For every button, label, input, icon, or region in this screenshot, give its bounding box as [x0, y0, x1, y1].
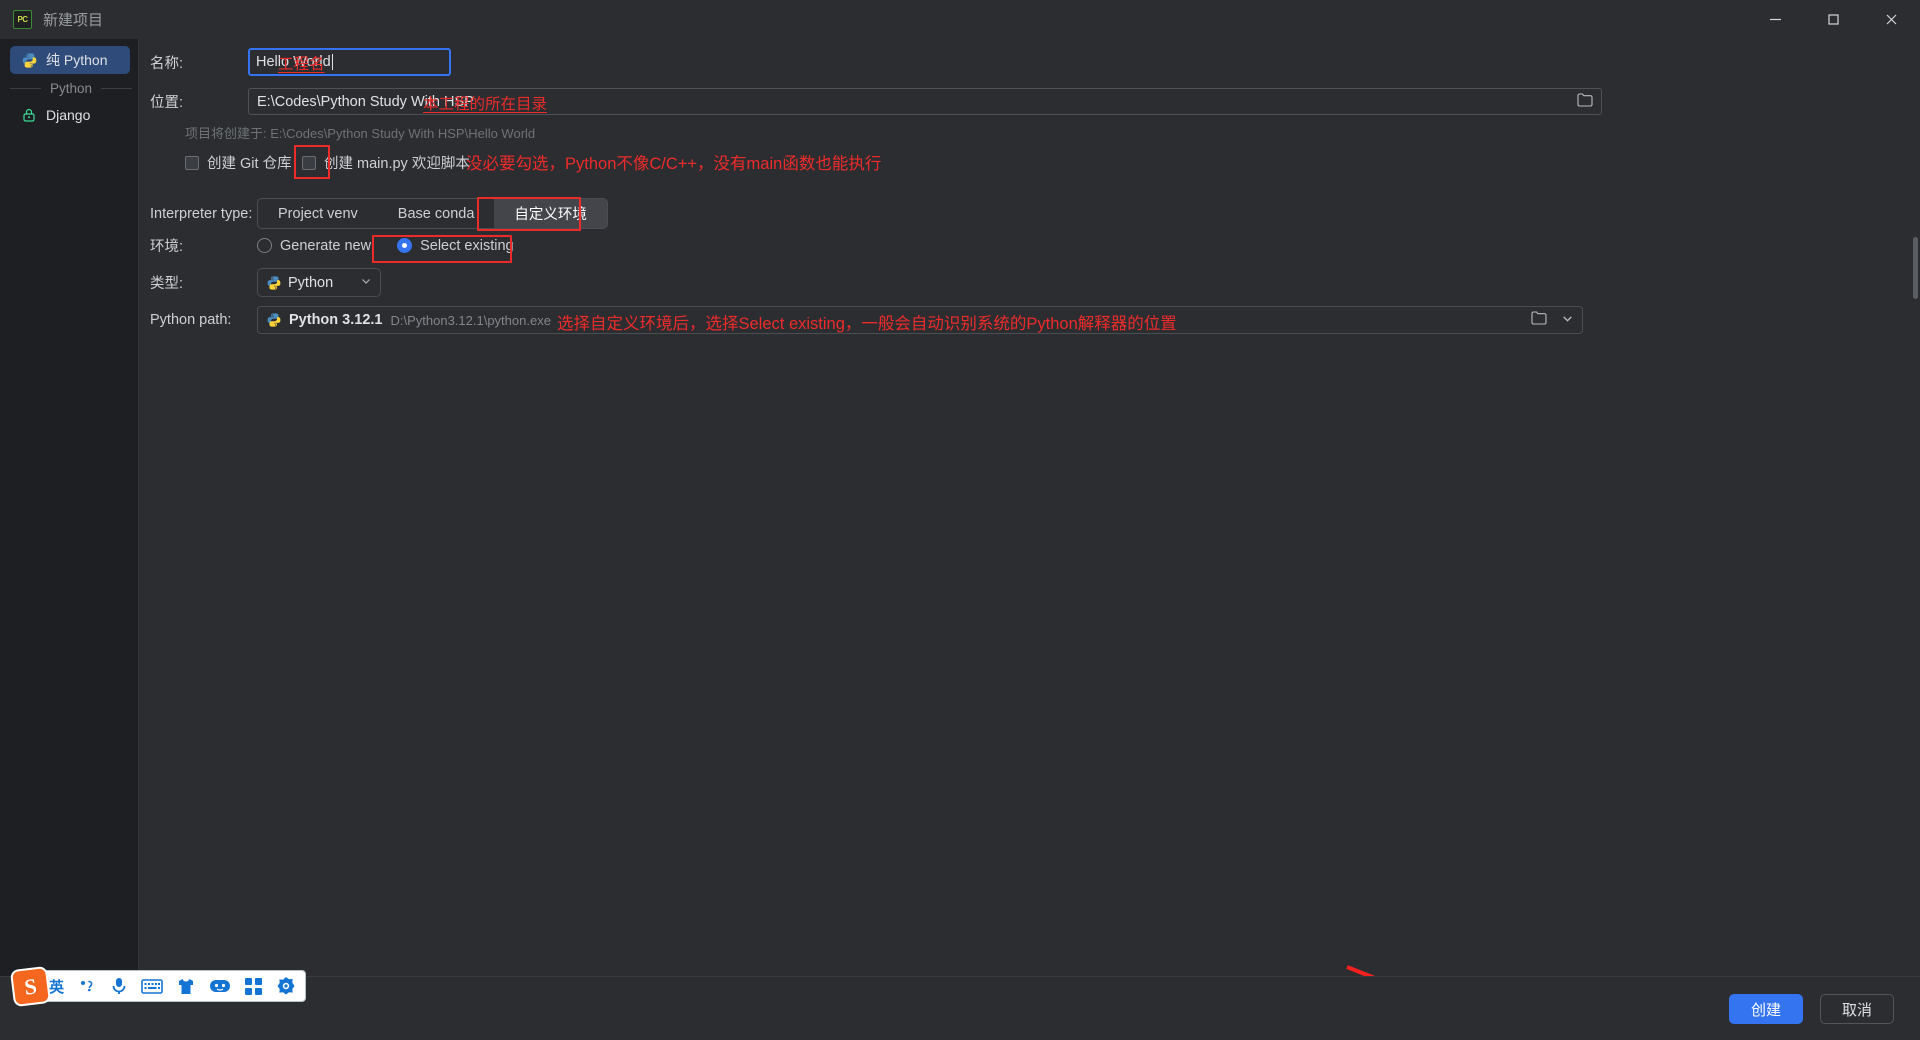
select-existing-label: Select existing — [420, 237, 514, 254]
punctuation-icon[interactable] — [77, 977, 97, 995]
window-title: 新建项目 — [43, 12, 104, 29]
ime-mode-toggle[interactable]: 英 — [49, 976, 64, 997]
python-icon — [266, 312, 282, 328]
python-path-controls — [1531, 311, 1574, 329]
new-project-dialog: PC 新建项目 纯 Python Python Django 名称: Hello… — [0, 0, 1920, 1040]
text-caret — [331, 54, 333, 70]
creation-path-hint: 项目将创建于: E:\Codes\Python Study With HSP\H… — [185, 126, 536, 141]
create-mainpy-checkbox[interactable] — [302, 155, 316, 170]
microphone-icon[interactable] — [110, 976, 128, 996]
pythonpath-annotation: 选择自定义环境后，选择Select existing，一般会自动识别系统的Pyt… — [557, 315, 1177, 333]
cancel-button[interactable]: 取消 — [1820, 994, 1894, 1024]
select-existing-radio-item[interactable]: Select existing — [397, 238, 514, 254]
type-dropdown[interactable]: Python — [257, 268, 381, 297]
pycharm-icon: PC — [13, 10, 32, 29]
apps-icon[interactable] — [244, 977, 263, 996]
emoji-icon[interactable] — [209, 977, 231, 995]
folder-icon[interactable] — [1531, 311, 1547, 329]
creation-path-hint-row: 项目将创建于: E:\Codes\Python Study With HSP\H… — [185, 123, 535, 142]
settings-icon[interactable] — [276, 976, 296, 996]
skin-icon[interactable] — [176, 977, 196, 996]
create-mainpy-label: 创建 main.py 欢迎脚本 — [324, 156, 470, 172]
divider-left — [10, 88, 41, 89]
location-annotation: 本工程的所在目录 — [423, 96, 548, 113]
generate-new-radio-item[interactable]: Generate new — [257, 238, 371, 254]
generate-new-label: Generate new — [280, 237, 372, 254]
interpreter-type-row: Interpreter type: Project venv Base cond… — [150, 198, 608, 229]
sidebar-item-label: Django — [46, 107, 91, 123]
generate-new-radio[interactable] — [257, 238, 272, 253]
sidebar-item-pure-python[interactable]: 纯 Python — [10, 46, 130, 74]
vertical-scrollbar-thumb[interactable] — [1913, 237, 1918, 299]
segment-project-venv[interactable]: Project venv — [258, 199, 378, 228]
git-checkbox-row[interactable]: 创建 Git 仓库 — [185, 152, 292, 173]
close-button[interactable] — [1862, 0, 1920, 39]
type-label: 类型: — [150, 276, 184, 292]
maximize-button[interactable] — [1804, 0, 1862, 39]
folder-icon[interactable] — [1577, 92, 1593, 111]
environment-row: 环境: Generate new Select existing — [150, 235, 514, 256]
sidebar-item-django[interactable]: Django — [10, 101, 130, 129]
sidebar-group-python: Python — [0, 81, 138, 96]
interpreter-type-segmented[interactable]: Project venv Base conda 自定义环境 — [257, 198, 608, 229]
mainpy-checkbox-row[interactable]: 创建 main.py 欢迎脚本 — [302, 152, 470, 173]
interpreter-type-label: Interpreter type: — [150, 205, 253, 222]
python-interpreter-name: Python 3.12.1 — [289, 312, 383, 328]
sidebar-group-label: Python — [49, 81, 93, 96]
window-controls — [1746, 0, 1920, 39]
create-git-repo-checkbox[interactable] — [185, 155, 199, 170]
name-label: 名称: — [150, 55, 184, 72]
chevron-down-icon[interactable] — [360, 275, 372, 291]
sidebar-item-label: 纯 Python — [46, 52, 108, 68]
segment-custom-env[interactable]: 自定义环境 — [494, 199, 607, 228]
title-bar: PC 新建项目 — [0, 0, 1920, 39]
sidebar: 纯 Python Python Django — [0, 39, 139, 1040]
segment-base-conda[interactable]: Base conda — [378, 199, 495, 228]
type-row: 类型: Python — [150, 268, 381, 297]
name-annotation: 工程名 — [278, 56, 325, 73]
select-existing-radio[interactable] — [397, 238, 413, 253]
divider-right — [101, 88, 132, 89]
mainpy-annotation: 没必要勾选，Python不像C/C++，没有main函数也能执行 — [466, 155, 882, 173]
minimize-button[interactable] — [1746, 0, 1804, 39]
chevron-down-icon[interactable] — [1561, 312, 1574, 329]
ime-body: S 英 — [12, 968, 307, 1005]
main-content: 名称: Hello World 位置: E:\Codes\Python Stud… — [140, 39, 1920, 1040]
location-label: 位置: — [150, 95, 184, 111]
python-icon — [21, 52, 38, 69]
environment-label: 环境: — [150, 239, 184, 255]
sogou-ime-bar: S 英 — [12, 968, 307, 1005]
python-interpreter-path: D:\Python3.12.1\python.exe — [390, 312, 551, 328]
type-value: Python — [288, 274, 334, 291]
lock-icon — [21, 107, 38, 124]
python-icon — [266, 275, 282, 291]
python-path-label: Python path: — [150, 312, 232, 328]
keyboard-icon[interactable] — [141, 978, 163, 995]
sogou-logo-icon[interactable]: S — [12, 968, 49, 1005]
create-git-repo-label: 创建 Git 仓库 — [207, 156, 292, 172]
location-row: 位置: E:\Codes\Python Study With HSP — [150, 88, 1602, 115]
create-button[interactable]: 创建 — [1729, 994, 1803, 1024]
